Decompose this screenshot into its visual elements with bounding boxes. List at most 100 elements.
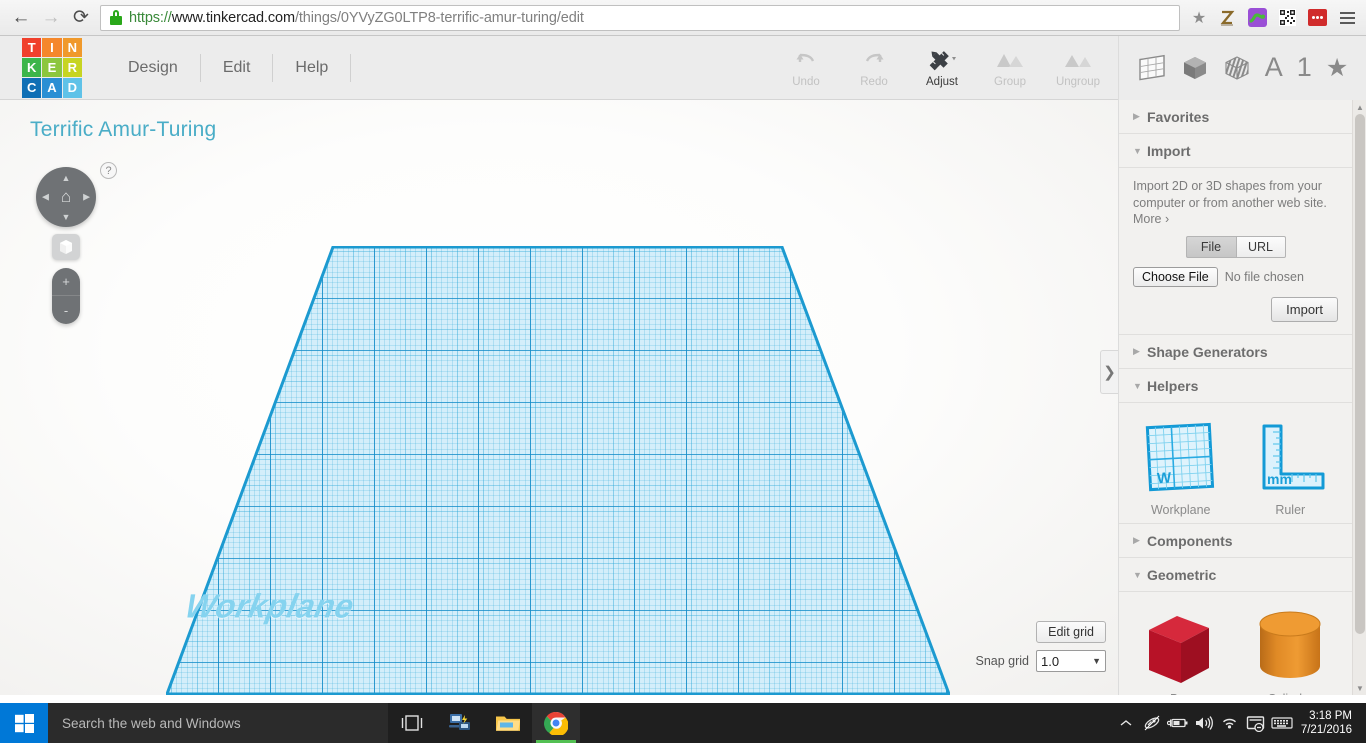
scrollbar-thumb[interactable]	[1355, 114, 1365, 634]
geometric-shape-grid: Box Cylin	[1119, 592, 1352, 695]
hamburger-menu-icon[interactable]	[1334, 11, 1360, 24]
red-dots-extension-icon[interactable]	[1304, 6, 1330, 30]
adjust-button[interactable]: Adjust	[908, 38, 976, 98]
ungroup-label: Ungroup	[1055, 76, 1101, 88]
undo-button[interactable]: Undo	[772, 38, 840, 98]
show-hidden-icons-chevron[interactable]	[1113, 703, 1139, 743]
sidebar-section-shape-generators[interactable]: ▶ Shape Generators	[1119, 335, 1352, 369]
action-center-icon[interactable]	[1243, 703, 1269, 743]
browser-toolbar: ← → ⟳ https://www.tinkercad.com/things/0…	[0, 0, 1366, 36]
menu-edit[interactable]: Edit	[201, 36, 273, 100]
tinkercad-header: T I N K E R C A D Design Edit Help Undo …	[0, 35, 1366, 100]
workplane-label: Workplane	[182, 587, 358, 625]
fit-to-view-button[interactable]	[52, 234, 80, 260]
collapse-panel-button[interactable]: ❯	[1100, 350, 1118, 394]
shape-item-workplane[interactable]: W Workplane	[1133, 415, 1229, 517]
menu-design[interactable]: Design	[106, 36, 200, 100]
text-letter-a-icon[interactable]: A	[1265, 52, 1283, 83]
zoom-in-button[interactable]: +	[52, 268, 80, 296]
volume-speaker-icon[interactable]	[1191, 703, 1217, 743]
reload-icon[interactable]: ⟳	[66, 3, 96, 33]
edit-grid-button[interactable]: Edit grid	[1036, 621, 1106, 643]
svg-text:W: W	[1156, 470, 1172, 488]
touch-keyboard-icon[interactable]	[1269, 703, 1295, 743]
redo-label: Redo	[860, 76, 888, 88]
file-explorer-icon[interactable]	[484, 703, 532, 743]
undo-arrow-icon	[795, 47, 817, 73]
menu-help[interactable]: Help	[273, 36, 350, 100]
snap-grid-select[interactable]: 1.0 ▼	[1036, 650, 1106, 672]
ungroup-shapes-icon	[1063, 47, 1093, 73]
wifi-icon[interactable]	[1217, 703, 1243, 743]
view-navigation-control[interactable]: ▲ ▼ ◀ ▶ ⌂	[36, 167, 96, 227]
import-title: Import	[1147, 142, 1191, 159]
pan-right-arrow-icon[interactable]: ▶	[83, 192, 90, 203]
windows-start-icon[interactable]	[0, 703, 48, 743]
tinkercad-logo[interactable]: T I N K E R C A D	[22, 37, 82, 98]
shape-item-box[interactable]: Box	[1133, 604, 1229, 695]
number-one-icon[interactable]: 1	[1297, 52, 1312, 83]
zoom-out-button[interactable]: -	[52, 296, 80, 324]
workplane-3d[interactable]: Workplane	[0, 100, 1118, 695]
logo-tile-k: K	[22, 57, 42, 78]
sidebar-section-geometric[interactable]: ▼ Geometric	[1119, 558, 1352, 592]
group-button[interactable]: Group	[976, 38, 1044, 98]
logo-tile-a: A	[42, 78, 62, 98]
workplane-grid-icon[interactable]	[1137, 54, 1167, 82]
pan-up-arrow-icon[interactable]: ▲	[62, 173, 71, 183]
snake-extension-icon[interactable]	[1244, 6, 1270, 30]
zoom-controls[interactable]: + -	[52, 268, 80, 324]
url-host: www.tinkercad.com	[171, 9, 295, 26]
forward-arrow-icon[interactable]: →	[36, 3, 66, 33]
location-satellite-icon[interactable]	[1139, 703, 1165, 743]
pan-down-arrow-icon[interactable]: ▼	[62, 212, 71, 222]
shape-item-ruler[interactable]: mm Ruler	[1243, 415, 1339, 517]
sidebar-section-components[interactable]: ▶ Components	[1119, 524, 1352, 558]
bookmark-star-icon[interactable]: ★	[1186, 5, 1212, 31]
solid-cube-icon[interactable]	[1181, 54, 1209, 82]
favorites-star-icon[interactable]: ★	[1326, 53, 1348, 83]
sidebar-section-helpers[interactable]: ▼ Helpers	[1119, 369, 1352, 403]
helpers-shape-grid: W Workplane mm Ruler	[1119, 403, 1352, 524]
address-bar[interactable]: https://www.tinkercad.com/things/0YVyZG0…	[100, 4, 1180, 31]
design-canvas[interactable]: Workplane Terrific Amur-Turing ▲ ▼ ◀ ▶ ⌂…	[0, 100, 1118, 695]
ungroup-button[interactable]: Ungroup	[1044, 38, 1112, 98]
task-view-icon[interactable]	[388, 703, 436, 743]
import-button[interactable]: Import	[1271, 297, 1338, 322]
choose-file-button[interactable]: Choose File	[1133, 267, 1218, 287]
home-view-icon[interactable]: ⌂	[61, 187, 71, 207]
chrome-icon[interactable]	[532, 703, 580, 743]
sidebar-scrollbar[interactable]: ▲ ▼	[1352, 100, 1366, 695]
shape-generators-title: Shape Generators	[1147, 343, 1268, 360]
workplane-grid-surface[interactable]	[166, 246, 950, 695]
import-more-link[interactable]: More ›	[1133, 212, 1338, 226]
battery-charging-icon[interactable]	[1165, 703, 1191, 743]
orange-cylinder-icon	[1243, 604, 1339, 690]
scroll-down-arrow-icon[interactable]: ▼	[1353, 681, 1366, 695]
pan-left-arrow-icon[interactable]: ◀	[42, 192, 49, 203]
file-transfer-icon[interactable]	[436, 703, 484, 743]
search-input[interactable]: Search the web and Windows	[48, 703, 388, 743]
ruler-helper-icon: mm	[1243, 415, 1339, 501]
redo-button[interactable]: Redo	[840, 38, 908, 98]
search-placeholder: Search the web and Windows	[62, 715, 241, 731]
shapes-sidebar: ▶ Favorites ▼ Import Import 2D or 3D sha…	[1118, 100, 1366, 695]
sidebar-section-import[interactable]: ▼ Import	[1119, 134, 1352, 168]
help-badge[interactable]: ?	[100, 162, 117, 179]
lock-icon	[109, 10, 123, 25]
hole-cube-icon[interactable]	[1223, 54, 1251, 82]
snap-grid-row: Snap grid 1.0 ▼	[975, 650, 1106, 672]
shape-item-cylinder[interactable]: Cylinder	[1243, 604, 1339, 695]
back-arrow-icon[interactable]: ←	[6, 3, 36, 33]
zotero-connector-icon[interactable]	[1214, 6, 1240, 30]
import-tab-file[interactable]: File	[1185, 236, 1236, 258]
scroll-up-arrow-icon[interactable]: ▲	[1353, 100, 1366, 114]
clock[interactable]: 3:18 PM 7/21/2016	[1295, 709, 1362, 737]
group-shapes-icon	[995, 47, 1025, 73]
qr-code-icon[interactable]	[1274, 6, 1300, 30]
sidebar-section-favorites[interactable]: ▶ Favorites	[1119, 100, 1352, 134]
project-title[interactable]: Terrific Amur-Turing	[30, 118, 216, 142]
import-tab-url[interactable]: URL	[1235, 236, 1286, 258]
favorites-title: Favorites	[1147, 108, 1210, 125]
logo-tile-c: C	[22, 78, 42, 98]
